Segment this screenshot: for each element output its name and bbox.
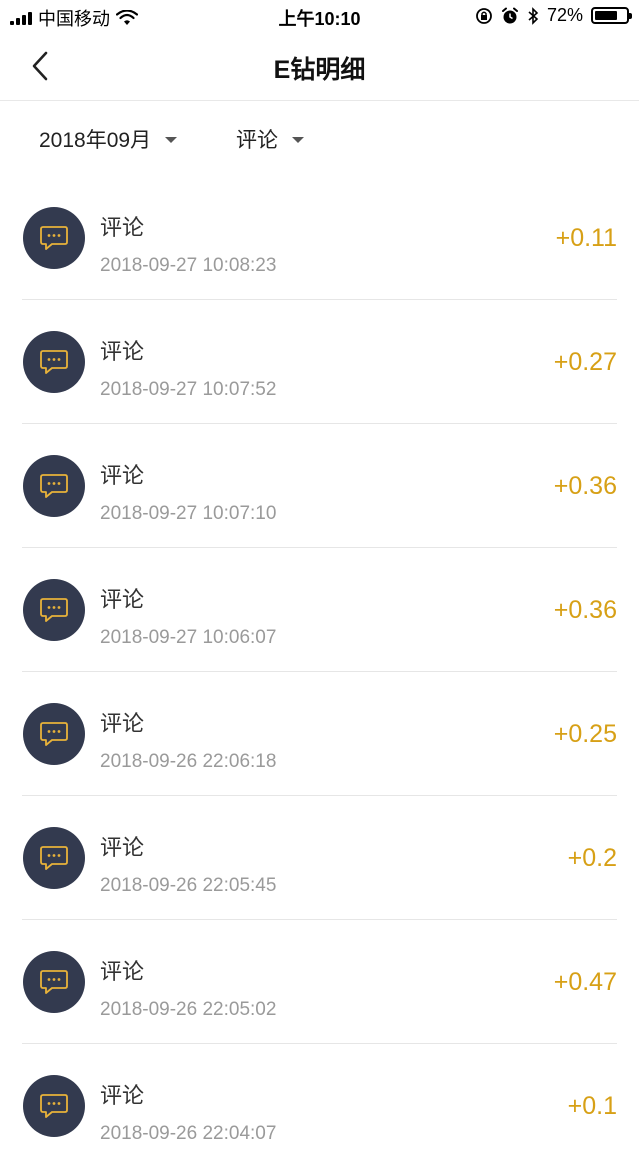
comment-icon: [40, 722, 68, 746]
record-amount: +0.1: [567, 1092, 617, 1120]
battery-fill: [595, 11, 617, 20]
avatar: [23, 827, 85, 889]
month-filter-dropdown[interactable]: 2018年09月: [39, 124, 178, 154]
record-amount: +0.27: [553, 348, 617, 376]
navigation-bar: E钻明细: [0, 34, 639, 101]
type-filter-label: 评论: [236, 129, 278, 152]
month-filter-label: 2018年09月: [39, 129, 152, 152]
type-filter-dropdown[interactable]: 评论: [236, 124, 304, 154]
comment-icon: [40, 846, 68, 870]
record-time: 2018-09-26 22:05:45: [100, 875, 277, 896]
caret-down-icon: [292, 137, 304, 143]
comment-icon: [40, 226, 68, 250]
list-item[interactable]: 评论 2018-09-27 10:08:23 +0.11: [22, 176, 617, 300]
page-title: E钻明细: [273, 56, 366, 84]
list-item[interactable]: 评论 2018-09-27 10:07:52 +0.27: [22, 300, 617, 424]
avatar: [23, 579, 85, 641]
record-title: 评论: [100, 711, 145, 736]
record-title: 评论: [100, 835, 145, 860]
records-list: 评论 2018-09-27 10:08:23 +0.11 评论 2018-09-…: [0, 176, 639, 1167]
avatar: [23, 1075, 85, 1137]
comment-icon: [40, 598, 68, 622]
avatar: [23, 951, 85, 1013]
record-time: 2018-09-27 10:07:10: [100, 503, 277, 524]
record-time: 2018-09-26 22:04:07: [100, 1123, 277, 1144]
record-time: 2018-09-26 22:05:02: [100, 999, 277, 1020]
avatar: [23, 331, 85, 393]
record-amount: +0.2: [567, 844, 617, 872]
list-item[interactable]: 评论 2018-09-26 22:05:45 +0.2: [22, 796, 617, 920]
list-item[interactable]: 评论 2018-09-26 22:06:18 +0.25: [22, 672, 617, 796]
record-title: 评论: [100, 1083, 145, 1108]
record-amount: +0.25: [553, 720, 617, 748]
battery-icon: [591, 7, 632, 24]
record-time: 2018-09-27 10:08:23: [100, 255, 277, 276]
avatar: [23, 207, 85, 269]
record-title: 评论: [100, 959, 145, 984]
comment-icon: [40, 350, 68, 374]
list-item[interactable]: 评论 2018-09-26 22:05:02 +0.47: [22, 920, 617, 1044]
record-amount: +0.11: [555, 224, 617, 252]
alarm-icon: [501, 7, 518, 23]
caret-down-icon: [165, 137, 178, 143]
status-right: 72%: [475, 5, 632, 26]
record-time: 2018-09-27 10:06:07: [100, 627, 277, 648]
record-title: 评论: [100, 587, 145, 612]
list-item[interactable]: 评论 2018-09-27 10:07:10 +0.36: [22, 424, 617, 548]
list-item[interactable]: 评论 2018-09-27 10:06:07 +0.36: [22, 548, 617, 672]
filter-bar: 2018年09月 评论: [0, 110, 639, 170]
comment-icon: [40, 1094, 68, 1118]
comment-icon: [40, 970, 68, 994]
battery-percent: 72%: [546, 5, 583, 25]
comment-icon: [40, 474, 68, 498]
bluetooth-icon: [528, 6, 539, 25]
record-time: 2018-09-26 22:06:18: [100, 751, 277, 772]
record-time: 2018-09-27 10:07:52: [100, 379, 277, 400]
record-title: 评论: [100, 339, 145, 364]
record-amount: +0.36: [553, 596, 617, 624]
record-title: 评论: [100, 463, 145, 488]
avatar: [23, 455, 85, 517]
status-bar: 中国移动 上午10:10 72%: [0, 0, 639, 34]
orientation-lock-icon: [476, 7, 492, 24]
list-item[interactable]: 评论 2018-09-26 22:04:07 +0.1: [22, 1044, 617, 1167]
avatar: [23, 703, 85, 765]
record-amount: +0.47: [553, 968, 617, 996]
record-title: 评论: [100, 215, 145, 240]
record-amount: +0.36: [553, 472, 617, 500]
